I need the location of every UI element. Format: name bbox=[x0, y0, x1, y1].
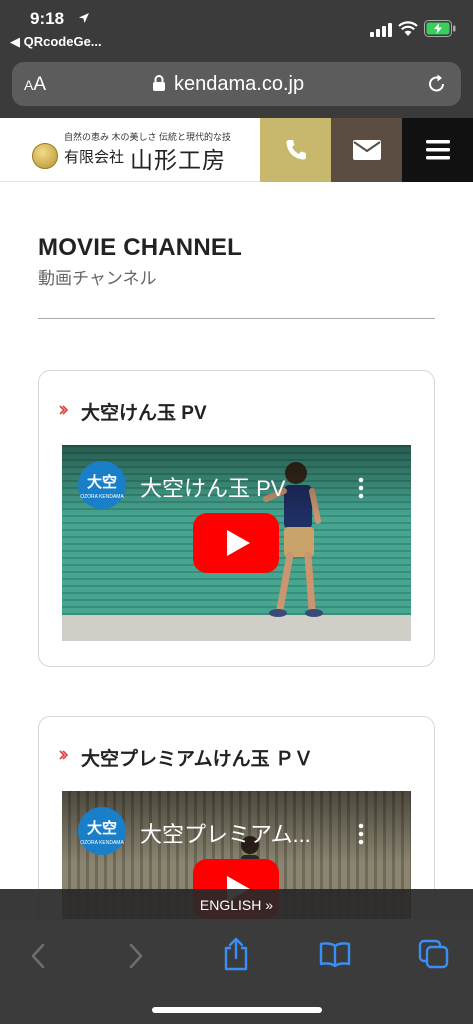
channel-logo[interactable]: 大空 OZORA KENDAMA bbox=[78, 807, 126, 855]
more-options-icon[interactable] bbox=[358, 477, 364, 499]
reload-icon[interactable] bbox=[426, 73, 448, 95]
channel-logo[interactable]: 大空 OZORA KENDAMA bbox=[78, 461, 126, 509]
home-indicator bbox=[152, 1007, 322, 1013]
url-text[interactable]: kendama.co.jp bbox=[174, 73, 304, 96]
chevron-right-icon bbox=[59, 750, 69, 760]
page-subtitle: 動画チャンネル bbox=[38, 269, 157, 288]
play-icon bbox=[227, 530, 250, 556]
company-seal-logo[interactable] bbox=[32, 143, 58, 169]
video-player-title[interactable]: 大空けん玉 PV bbox=[140, 471, 285, 503]
bookmarks-icon[interactable] bbox=[319, 941, 351, 967]
phone-icon bbox=[286, 140, 306, 160]
video-floor bbox=[62, 615, 411, 641]
status-bar: 9:18 ◀ QRcodeGe... bbox=[0, 0, 473, 56]
video-card-title: 大空けん玉 PV bbox=[81, 403, 207, 424]
safari-address-area: AA kendama.co.jp bbox=[0, 56, 473, 118]
cellular-signal-icon bbox=[370, 23, 392, 37]
forward-icon[interactable] bbox=[128, 943, 144, 969]
video-player-title[interactable]: 大空プレミアム... bbox=[140, 817, 311, 849]
chevron-right-icon bbox=[59, 405, 69, 415]
back-icon[interactable] bbox=[30, 943, 46, 969]
mail-icon bbox=[352, 140, 381, 160]
lock-icon bbox=[153, 75, 165, 91]
video-player[interactable]: 大空 OZORA KENDAMA 大空けん玉 PV bbox=[62, 445, 411, 641]
hamburger-menu-icon bbox=[425, 140, 450, 160]
site-header: 自然の恵み 木の美しさ 伝統と現代的な技 有限会社 山形工房 bbox=[0, 118, 473, 182]
status-time: 9:18 bbox=[30, 9, 65, 28]
address-bar[interactable]: AA kendama.co.jp bbox=[12, 62, 461, 106]
play-button[interactable] bbox=[193, 513, 279, 573]
section-divider bbox=[38, 318, 435, 319]
mail-button[interactable] bbox=[331, 118, 402, 182]
more-options-icon[interactable] bbox=[358, 823, 364, 845]
menu-button[interactable] bbox=[402, 118, 473, 182]
video-card-title: 大空プレミアムけん玉 ＰＶ bbox=[81, 749, 313, 770]
english-language-link[interactable]: ENGLISH » bbox=[0, 889, 473, 921]
location-arrow-icon bbox=[79, 13, 89, 23]
company-name[interactable]: 山形工房 bbox=[130, 141, 226, 175]
phone-button[interactable] bbox=[260, 118, 331, 182]
page-title: MOVIE CHANNEL bbox=[38, 234, 242, 261]
share-icon[interactable] bbox=[222, 937, 250, 971]
tabs-icon[interactable] bbox=[418, 939, 450, 969]
video-card: 大空けん玉 PV 大空 OZORA KENDAMA 大空けん玉 PV bbox=[38, 370, 435, 667]
wifi-icon bbox=[398, 21, 418, 36]
company-type[interactable]: 有限会社 bbox=[64, 146, 124, 167]
battery-charging-icon bbox=[424, 20, 456, 37]
text-size-button[interactable]: AA bbox=[24, 74, 46, 96]
back-to-app-link[interactable]: ◀ QRcodeGe... bbox=[10, 34, 102, 50]
